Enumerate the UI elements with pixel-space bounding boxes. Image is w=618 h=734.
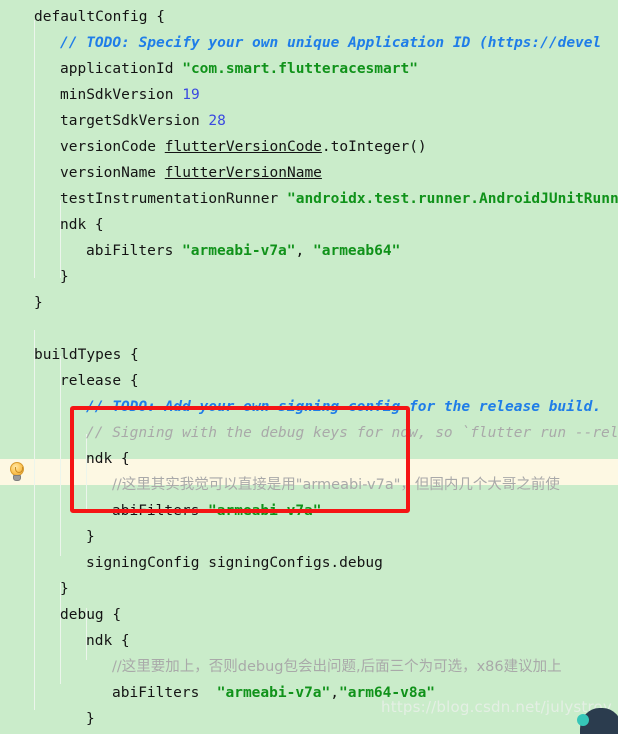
code-token-plain: }: [60, 581, 69, 597]
code-token-todo: // TODO: Add your own signing config for…: [86, 399, 602, 415]
code-token-plain: ,: [295, 243, 313, 259]
code-line[interactable]: minSdkVersion 19: [60, 82, 200, 108]
code-token-plain: abiFilters: [86, 243, 183, 259]
code-line[interactable]: versionName flutterVersionName: [60, 160, 322, 186]
code-token-plain: }: [86, 529, 95, 545]
code-line[interactable]: abiFilters "armeabi-v7a", "armeab64": [86, 238, 400, 264]
code-token-str: "com.smart.flutteracesmart": [182, 61, 418, 77]
code-token-plain: }: [60, 269, 69, 285]
code-line[interactable]: buildTypes {: [34, 342, 139, 368]
code-line[interactable]: release {: [60, 368, 139, 394]
editor-gutter[interactable]: [0, 0, 33, 734]
code-line[interactable]: // TODO: Add your own signing config for…: [86, 394, 601, 420]
code-token-var: flutterVersionName: [164, 165, 322, 181]
code-token-str: "androidx.test.runner.AndroidJUnitRunne: [286, 191, 618, 207]
code-line[interactable]: // TODO: Specify your own unique Applica…: [60, 30, 601, 56]
code-token-comment_cn: //这里要加上，否则debug包会出问题,后面三个为可选，x86建议加上: [112, 659, 562, 675]
code-token-comment: // Signing with the debug keys for now, …: [86, 425, 618, 441]
code-token-var: flutterVersionCode: [164, 139, 322, 155]
lightbulb-base: [13, 475, 21, 481]
code-token-plain: signingConfig signingConfigs.debug: [86, 555, 383, 571]
code-token-str: "armeabi-v7a": [182, 243, 296, 259]
code-token-plain: applicationId: [60, 61, 183, 77]
code-line[interactable]: abiFilters "armeabi-v7a": [112, 498, 322, 524]
code-token-str: "armeabi-v7a": [208, 503, 322, 519]
code-token-plain: debug {: [60, 607, 122, 623]
code-line[interactable]: signingConfig signingConfigs.debug: [86, 550, 383, 576]
lightbulb-glass: [10, 462, 24, 476]
code-line[interactable]: }: [60, 264, 69, 290]
code-line[interactable]: }: [86, 524, 95, 550]
code-line[interactable]: ndk {: [86, 446, 130, 472]
code-token-plain: minSdkVersion: [60, 87, 183, 103]
code-token-plain: }: [34, 295, 43, 311]
code-line[interactable]: applicationId "com.smart.flutteracesmart…: [60, 56, 418, 82]
code-token-num: 19: [182, 87, 200, 103]
code-token-plain: ndk {: [86, 633, 130, 649]
code-line[interactable]: //这里其实我觉可以直接是用"armeabi-v7a"，但国内几个大哥之前使: [112, 472, 560, 498]
code-line[interactable]: targetSdkVersion 28: [60, 108, 226, 134]
code-line[interactable]: ndk {: [60, 212, 104, 238]
code-token-plain: buildTypes {: [34, 347, 139, 363]
csdn-watermark: https://blog.csdn.net/julystroy: [381, 698, 612, 716]
code-line[interactable]: // Signing with the debug keys for now, …: [86, 420, 618, 446]
code-line[interactable]: testInstrumentationRunner "androidx.test…: [60, 186, 618, 212]
code-token-plain: release {: [60, 373, 139, 389]
code-token-plain: testInstrumentationRunner: [60, 191, 287, 207]
code-token-plain: ndk {: [86, 451, 130, 467]
lightbulb-icon[interactable]: [8, 462, 26, 482]
code-token-plain: versionName: [60, 165, 165, 181]
code-token-plain: versionCode: [60, 139, 165, 155]
code-line[interactable]: }: [60, 576, 69, 602]
code-content[interactable]: defaultConfig { // TODO: Specify your own…: [0, 0, 618, 734]
code-token-plain: ,: [330, 685, 339, 701]
code-token-str: "armeabi-v7a": [216, 685, 331, 701]
code-token-plain: defaultConfig {: [34, 9, 165, 25]
code-token-comment_cn: //这里其实我觉可以直接是用"armeabi-v7a"，但国内几个大哥之前使: [112, 477, 560, 493]
code-token-str: "armeab64": [313, 243, 401, 259]
code-editor[interactable]: defaultConfig { // TODO: Specify your own…: [0, 0, 618, 734]
code-token-plain: .toInteger(): [321, 139, 427, 155]
code-line[interactable]: //这里要加上，否则debug包会出问题,后面三个为可选，x86建议加上: [112, 654, 562, 680]
code-line[interactable]: versionCode flutterVersionCode.toInteger…: [60, 134, 427, 160]
code-line[interactable]: debug {: [60, 602, 121, 628]
code-token-plain: abiFilters: [112, 685, 217, 701]
code-token-plain: abiFilters: [112, 503, 209, 519]
code-line[interactable]: defaultConfig {: [34, 4, 165, 30]
code-token-num: 28: [208, 113, 226, 129]
code-token-plain: targetSdkVersion: [60, 113, 209, 129]
code-token-todo: // TODO: Specify your own unique Applica…: [60, 35, 602, 51]
code-line[interactable]: }: [86, 706, 95, 732]
code-token-plain: }: [86, 711, 95, 727]
code-line[interactable]: ndk {: [86, 628, 130, 654]
code-line[interactable]: }: [34, 290, 43, 316]
code-token-plain: ndk {: [60, 217, 104, 233]
